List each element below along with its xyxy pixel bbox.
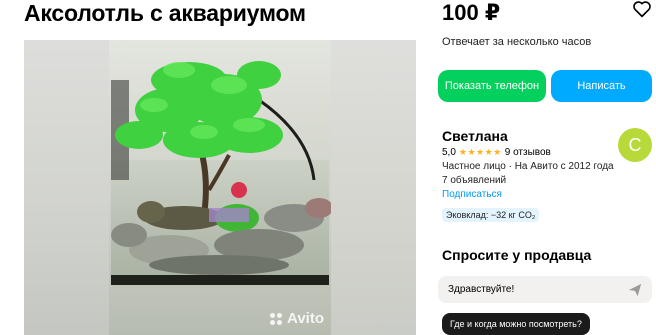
reply-time: Отвечает за несколько часов <box>442 36 592 48</box>
heart-icon[interactable] <box>632 0 652 18</box>
gallery-blur-left <box>24 40 109 335</box>
suggestion-chip[interactable]: Где и когда можно посмотреть? <box>442 313 590 335</box>
avatar[interactable]: С <box>618 128 652 162</box>
seller-type: Частное лицо · На Авито с 2012 года <box>442 161 614 172</box>
message-input-value[interactable]: Здравствуйте! <box>448 284 628 295</box>
seller-name[interactable]: Светлана <box>442 128 508 144</box>
send-icon[interactable] <box>628 283 642 297</box>
avito-logo-icon <box>270 312 284 325</box>
star-icons: ★★★★★ <box>458 147 502 157</box>
gallery-blur-right <box>331 40 416 335</box>
ask-seller-title: Спросите у продавца <box>442 247 592 263</box>
seller-ads-count[interactable]: 7 объявлений <box>442 175 506 186</box>
seller-rating: 5,0 ★★★★★ 9 отзывов <box>442 147 551 158</box>
price: 100 ₽ <box>442 0 501 25</box>
message-input[interactable]: Здравствуйте! <box>438 276 652 303</box>
photo-gallery[interactable]: Avito <box>24 40 416 335</box>
watermark-text: Avito <box>287 310 324 327</box>
show-phone-button[interactable]: Показать телефон <box>438 70 546 102</box>
avito-watermark: Avito <box>270 310 324 327</box>
subscribe-link[interactable]: Подписаться <box>442 189 502 200</box>
write-message-button[interactable]: Написать <box>551 70 652 102</box>
eco-badge[interactable]: Эковклад: −32 кг CO₂ <box>442 208 540 222</box>
listing-photo[interactable] <box>109 40 331 335</box>
listing-title: Аксолотль с аквариумом <box>24 0 306 26</box>
reviews-link[interactable]: 9 отзывов <box>505 147 551 158</box>
rating-value: 5,0 <box>442 147 456 158</box>
